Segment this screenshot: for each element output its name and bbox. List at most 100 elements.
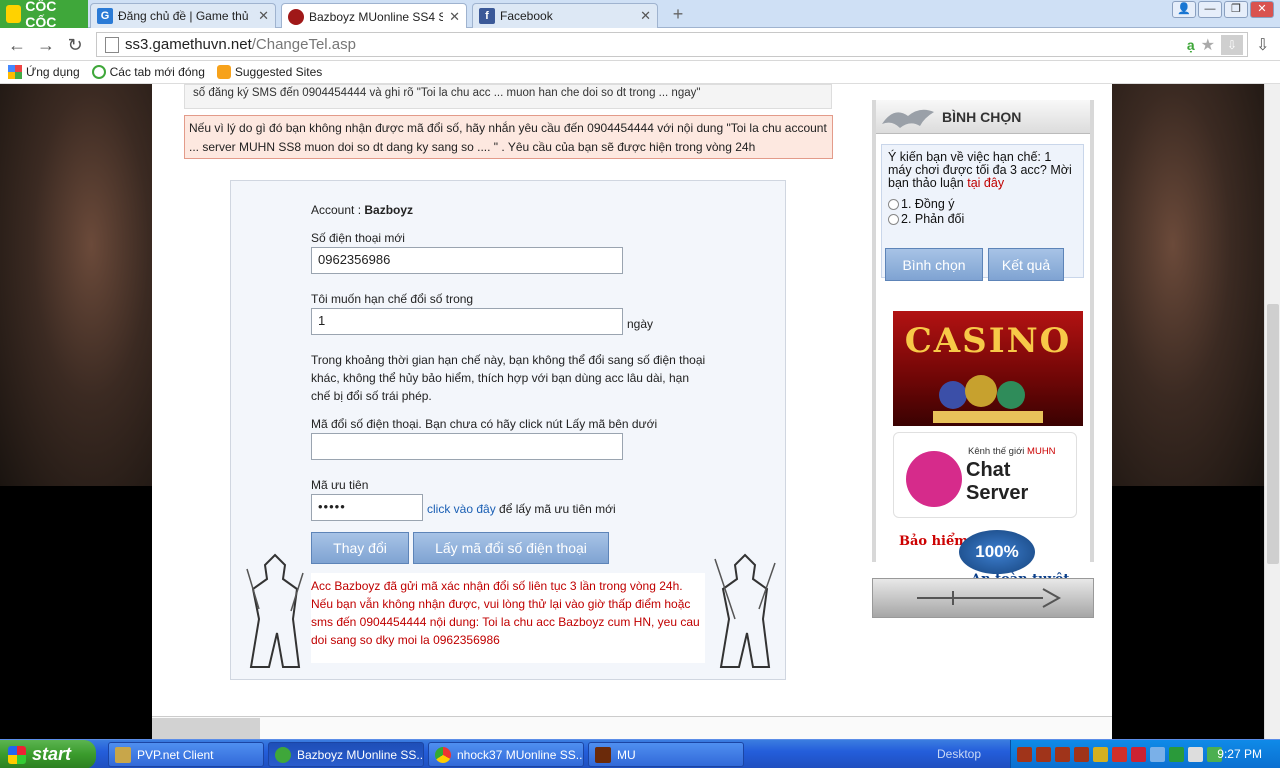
priority-hint: để lấy mã ưu tiên mới [499,502,616,516]
limit-days-input[interactable]: 1 [311,308,623,335]
start-button[interactable]: start [0,740,96,768]
tray-app-icon[interactable] [1055,747,1070,762]
poll-option-agree[interactable]: 1. Đồng ý [888,198,1077,211]
browser-tab-strip: CỐC CỐC G Đăng chủ đề | Game thủ Việt ✕ … [0,0,1280,30]
change-button[interactable]: Thay đổi [311,532,409,564]
no-code-notice: Nếu vì lý do gì đó bạn không nhận được m… [184,115,833,159]
sword-ornament-icon [917,588,1062,608]
tray-app-icon[interactable] [1131,747,1146,762]
casino-banner[interactable]: CASINO [893,311,1083,426]
bookmark-suggested-sites[interactable]: Suggested Sites [216,65,323,79]
taskbar-item-label: nhock37 MUonline SS... [457,747,584,762]
bookmark-recent-tabs[interactable]: Các tab mới đóng [91,65,205,79]
windows-flag-icon [8,745,26,764]
limit-unit: ngày [627,317,654,331]
get-priority-code-link[interactable]: click vào đây [427,502,496,516]
radio-icon[interactable] [888,199,899,210]
taskbar-item-label: MU [617,747,636,762]
windows-taskbar: start PVP.net Client Bazboyz MUonline SS… [0,739,1280,768]
poll-discuss-link[interactable]: tại đây [967,176,1004,190]
browser-brand-label: CỐC CỐC [25,0,57,30]
bookmark-label: Suggested Sites [234,65,323,79]
warrior-illustration-right [709,549,781,673]
poll-option-disagree[interactable]: 2. Phản đối [888,213,1077,226]
taskbar-item-bazboyz-browser[interactable]: Bazboyz MUonline SS... [268,742,424,767]
browser-brand[interactable]: CỐC CỐC [0,0,88,30]
tray-app-icon[interactable] [1036,747,1051,762]
background-art-right [1112,84,1264,486]
address-bar-icons: ạ ★ ⇩ [1187,35,1243,55]
vertical-scroll-thumb[interactable] [1267,304,1279,564]
tab-close-icon[interactable]: ✕ [258,8,269,24]
priority-code-input[interactable]: ••••• [311,494,423,521]
tab-bazboyz-muonline[interactable]: Bazboyz MUonline SS4 SS6 SS ✕ [281,3,467,29]
taskbar-item-mu[interactable]: MU [588,742,744,767]
close-window-button[interactable]: ✕ [1250,1,1274,18]
system-clock[interactable]: 9:27 PM [1217,747,1262,761]
browser-toolbar: ← → ↻ ss3.gamethuvn.net/ChangeTel.asp ạ … [0,28,1280,61]
suggested-sites-icon [216,65,231,79]
taskbar-item-label: PVP.net Client [137,747,214,762]
poll-option-label: 1. Đồng ý [901,197,955,211]
url-text[interactable]: ss3.gamethuvn.net/ChangeTel.asp [125,36,356,53]
get-change-code-button[interactable]: Lấy mã đổi số điện thoại [413,532,609,564]
tray-app-icon[interactable] [1112,747,1127,762]
browser-menu-icon[interactable]: ⇩ [1256,35,1272,54]
minimize-button[interactable]: — [1198,1,1222,18]
reload-button[interactable]: ↻ [64,34,86,56]
download-icon[interactable]: ⇩ [1221,35,1243,55]
tab-close-icon[interactable]: ✕ [449,9,460,25]
poll-question-row: Ý kiến bạn về việc hạn chế: 1 máy chơi đ… [888,151,1077,190]
bookmark-star-icon[interactable]: ★ [1201,35,1215,55]
chat-bubble-icon [906,451,962,507]
tab-game-thu-viet[interactable]: G Đăng chủ đề | Game thủ Việt ✕ [90,3,276,28]
horizontal-scroll-thumb[interactable] [152,718,260,739]
url-host: ss3.gamethuvn.net [125,36,252,53]
limit-description: Trong khoảng thời gian hạn chế này, bạn … [311,353,706,403]
poll-results-button[interactable]: Kết quả [988,248,1064,281]
volume-icon[interactable] [1188,747,1203,762]
vietnamese-input-icon[interactable]: ạ [1187,37,1195,53]
taskbar-item-nhock37-browser[interactable]: nhock37 MUonline SS... [428,742,584,767]
warrior-left-icon [246,553,304,668]
league-icon [115,746,131,763]
address-bar[interactable]: ss3.gamethuvn.net/ChangeTel.asp ạ ★ ⇩ [96,32,1248,57]
phone-input[interactable]: 0962356986 [311,247,623,274]
tab-title: Facebook [500,9,553,23]
game-thu-viet-favicon-icon: G [97,8,113,24]
tab-title: Đăng chủ đề | Game thủ Việt [118,9,252,23]
vote-button[interactable]: Bình chọn [885,248,983,281]
taskbar-item-pvp-client[interactable]: PVP.net Client [108,742,264,767]
tray-app-icon[interactable] [1074,747,1089,762]
bookmark-apps[interactable]: Ứng dụng [8,65,80,79]
chat-server-banner[interactable]: Kênh thế giới MUHN Chat Server [893,432,1077,518]
horizontal-scrollbar[interactable] [152,716,1112,739]
chat-banner-subtitle: Kênh thế giới MUHN [968,446,1056,457]
tray-app-icon[interactable] [1017,747,1032,762]
tab-facebook[interactable]: f Facebook ✕ [472,3,658,28]
account-value: Bazboyz [364,203,414,217]
tab-title: Bazboyz MUonline SS4 SS6 SS [309,9,443,24]
main-content: số đăng ký SMS đến 0904454444 và ghi rõ … [152,84,1112,739]
profile-icon[interactable]: 👤 [1172,1,1196,18]
radio-icon[interactable] [888,214,899,225]
dragon-emblem-icon [882,109,934,128]
desktop-toolbar-label[interactable]: Desktop [937,747,981,761]
new-tab-button[interactable]: + [668,5,688,23]
priority-hint-row: click vào đây để lấy mã ưu tiên mới [427,502,616,516]
right-sidebar: BÌNH CHỌN Ý kiến bạn về việc hạn chế: 1 … [872,84,1094,620]
bookmark-label: Các tab mới đóng [109,65,205,79]
tray-app-icon[interactable] [1169,747,1184,762]
tray-app-icon[interactable] [1093,747,1108,762]
resend-limit-warning: Acc Bazboyz đã gửi mã xác nhận đổi số li… [311,573,705,663]
back-button[interactable]: ← [6,34,28,56]
casino-banner-text: CASINO [904,321,1072,361]
tab-close-icon[interactable]: ✕ [640,8,651,24]
poll-panel: BÌNH CHỌN Ý kiến bạn về việc hạn chế: 1 … [872,100,1094,602]
change-code-input[interactable] [311,433,623,460]
casino-characters-icon [933,375,1043,423]
network-icon[interactable] [1150,747,1165,762]
forward-button[interactable]: → [35,34,57,56]
vertical-scrollbar[interactable] [1264,84,1280,739]
restore-button[interactable]: ❐ [1224,1,1248,18]
